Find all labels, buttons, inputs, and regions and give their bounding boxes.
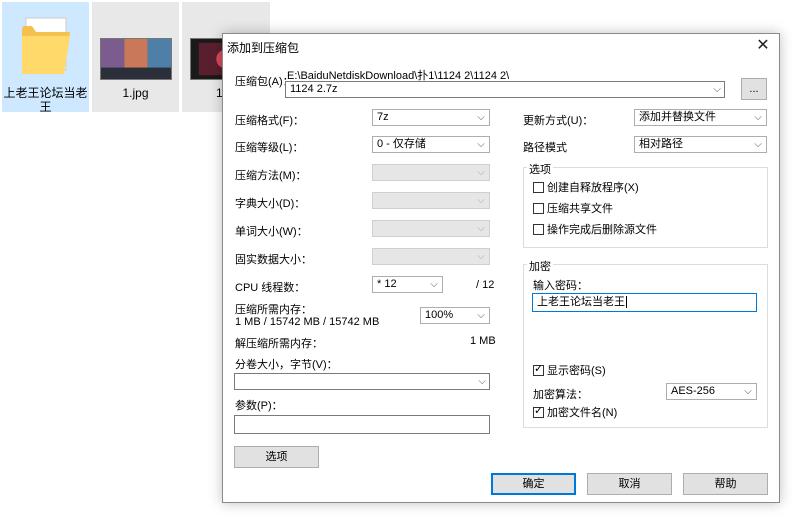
update-mode-select[interactable]: 添加并替换文件 ⌵ [634,109,767,126]
add-to-archive-dialog: 添加到压缩包 ✕ 压缩包(A)： E:\BaiduNetdiskDownload… [222,33,780,503]
archive-name-combo[interactable]: 1124 2.7z ⌵ [285,81,725,98]
format-label: 压缩格式(F)： [235,115,305,127]
folder-label: 上老王论坛当老王 [3,86,88,114]
checkbox-box [533,182,544,193]
path-mode-value: 相对路径 [639,138,683,150]
options-group-title: 选项 [527,161,553,177]
cpu-threads-total: / 12 [476,279,495,291]
update-mode-label: 更新方式(U)： [523,115,594,127]
chevron-down-icon: ⌵ [754,112,762,123]
sfx-checkbox[interactable]: 创建自释放程序(X) [533,182,639,195]
encryption-method-label: 加密算法： [533,389,588,401]
password-label: 输入密码： [533,280,588,292]
checkbox-box [533,203,544,214]
memory-decompress-value: 1 MB [470,335,496,347]
method-select[interactable]: ⌵ [372,164,490,181]
close-icon[interactable]: ✕ [753,36,773,56]
delete-after-checkbox-label: 操作完成后删除源文件 [547,224,657,236]
memory-percent-select[interactable]: 100% ⌵ [420,307,490,324]
delete-after-checkbox[interactable]: 操作完成后删除源文件 [533,224,657,237]
chevron-down-icon: ⌵ [744,386,752,397]
dictionary-select[interactable]: ⌵ [372,192,490,209]
word-size-label: 单词大小(W)： [235,226,308,238]
encryption-method-select[interactable]: AES-256 ⌵ [666,383,757,400]
folder-item[interactable]: 上老王论坛当老王 [2,2,89,114]
text-caret [626,296,627,309]
sfx-checkbox-label: 创建自释放程序(X) [547,182,639,194]
chevron-down-icon: ⌵ [477,310,485,321]
checkmark-icon: ✓ [534,363,544,375]
password-input[interactable]: 上老王论坛当老王 [532,293,757,312]
cancel-button[interactable]: 取消 [587,473,672,495]
show-password-label: 显示密码(S) [547,365,606,377]
solid-size-label: 固实数据大小： [235,254,312,266]
folder-icon [22,17,70,74]
dialog-title: 添加到压缩包 [227,41,300,55]
word-size-select[interactable]: ⌵ [372,220,490,237]
format-select[interactable]: 7z ⌵ [372,109,490,126]
chevron-down-icon: ⌵ [713,84,721,95]
chevron-down-icon: ⌵ [430,279,438,290]
shared-files-checkbox[interactable]: 压缩共享文件 [533,203,613,216]
image-thumbnail [100,38,172,80]
update-mode-value: 添加并替换文件 [639,111,716,123]
checkbox-box: ✓ [533,405,544,418]
volume-size-label: 分卷大小，字节(V)： [235,359,338,371]
parameters-label: 参数(P)： [235,400,283,412]
format-value: 7z [377,111,389,123]
chevron-down-icon: ⌵ [477,167,485,178]
level-label: 压缩等级(L)： [235,142,304,154]
image-file-item[interactable]: 1.jpg [92,2,179,112]
chevron-down-icon: ⌵ [477,139,485,150]
cpu-threads-value: * 12 [377,278,397,290]
level-select[interactable]: 0 - 仅存储 ⌵ [372,136,490,153]
shared-files-checkbox-label: 压缩共享文件 [547,203,613,215]
options-button[interactable]: 选项 [234,446,319,468]
dictionary-label: 字典大小(D)： [235,198,306,210]
volume-size-combo[interactable]: ⌵ [234,373,490,390]
checkbox-box: ✓ [533,363,544,376]
checkbox-box [533,224,544,235]
memory-compress-value: 1 MB / 15742 MB / 15742 MB [235,316,380,328]
solid-size-select[interactable]: ⌵ [372,248,490,265]
image-file-label: 1.jpg [122,86,149,100]
chevron-down-icon: ⌵ [477,112,485,123]
memory-percent-value: 100% [425,309,454,321]
parameters-input[interactable] [234,415,490,434]
chevron-down-icon: ⌵ [477,195,485,206]
encryption-group-title: 加密 [527,258,553,274]
memory-decompress-label: 解压缩所需内存： [235,338,323,350]
path-mode-label: 路径模式 [523,142,567,154]
level-value: 0 - 仅存储 [377,138,426,150]
cpu-threads-select[interactable]: * 12 ⌵ [372,276,443,293]
encrypt-filenames-checkbox[interactable]: ✓ 加密文件名(N) [533,405,618,420]
chevron-down-icon: ⌵ [754,139,762,150]
help-button[interactable]: 帮助 [683,473,768,495]
chevron-down-icon: ⌵ [478,376,486,387]
encryption-method-value: AES-256 [671,385,716,397]
archive-name-value: 1124 2.7z [290,83,338,95]
browse-button[interactable]: ... [741,78,767,100]
cpu-threads-label: CPU 线程数： [235,282,306,294]
encrypt-filenames-label: 加密文件名(N) [547,407,618,419]
checkmark-icon: ✓ [534,405,544,417]
password-value: 上老王论坛当老王 [537,296,625,308]
path-mode-select[interactable]: 相对路径 ⌵ [634,136,767,153]
show-password-checkbox[interactable]: ✓ 显示密码(S) [533,363,606,378]
memory-compress-label: 压缩所需内存： [235,304,312,316]
chevron-down-icon: ⌵ [477,223,485,234]
method-label: 压缩方法(M)： [235,170,307,182]
chevron-down-icon: ⌵ [477,251,485,262]
ok-button[interactable]: 确定 [491,473,576,495]
